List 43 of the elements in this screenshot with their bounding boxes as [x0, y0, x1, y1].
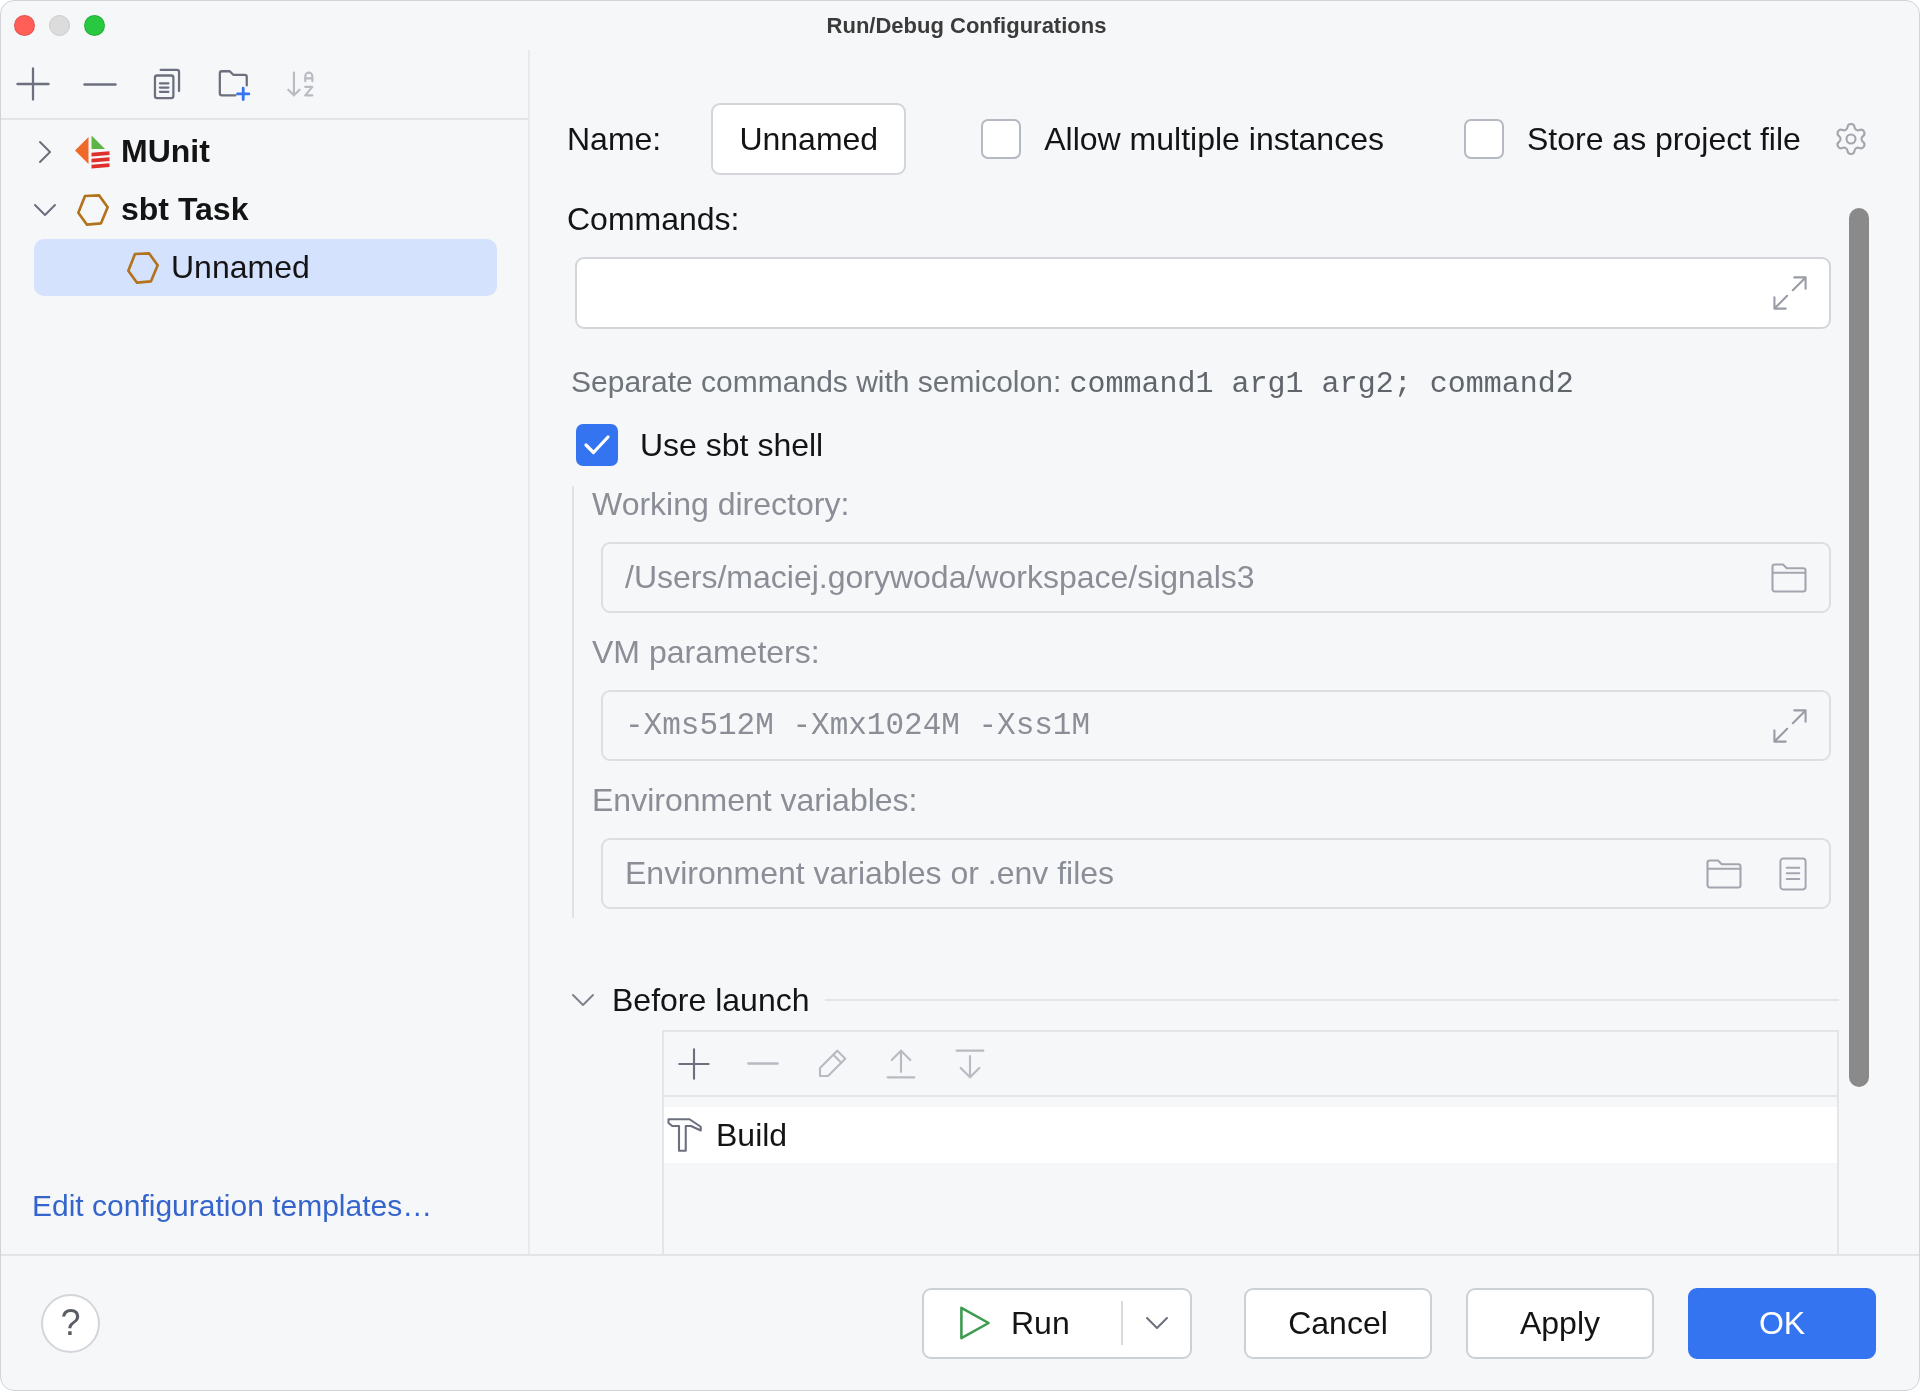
- primary-button[interactable]: OK: [1688, 1287, 1876, 1359]
- tree-item[interactable]: Unnamed: [34, 239, 497, 296]
- dialog-button[interactable]: Apply: [1466, 1287, 1654, 1359]
- hexagon-icon: [127, 251, 159, 284]
- folder-plus-icon[interactable]: [217, 67, 251, 101]
- caret-icon[interactable]: [1146, 1317, 1168, 1329]
- chevron-down-icon[interactable]: [572, 994, 594, 1006]
- checkbox[interactable]: [1463, 119, 1504, 159]
- checkbox[interactable]: [576, 424, 618, 466]
- help-button[interactable]: ?: [41, 1293, 100, 1353]
- munit-logo-icon: [75, 133, 111, 170]
- tree-item[interactable]: MUnit: [34, 123, 497, 180]
- checkbox-label: Use sbt shell: [640, 426, 824, 464]
- plus-icon[interactable]: [16, 67, 50, 101]
- hammer-icon: [667, 1117, 703, 1153]
- dialog-button[interactable]: Cancel: [1244, 1287, 1432, 1359]
- settings-icon[interactable]: [1833, 121, 1869, 157]
- window-title: Run/Debug Configurations: [826, 12, 1107, 39]
- commands-label: Commands:: [567, 200, 740, 238]
- section-title: Before launch: [612, 981, 810, 1019]
- expand-icon[interactable]: [1773, 276, 1807, 310]
- checkbox-label: Store as project file: [1526, 120, 1801, 158]
- checkbox-label: Allow multiple instances: [1044, 120, 1384, 158]
- chevron-down-icon[interactable]: [34, 203, 56, 216]
- task-row[interactable]: Build: [664, 1107, 1837, 1163]
- checkmark-icon: [584, 435, 610, 455]
- field-label: VM parameters:: [592, 634, 820, 670]
- field-label: Environment variables:: [592, 782, 918, 818]
- play-icon: [959, 1305, 991, 1341]
- plus-icon[interactable]: [678, 1047, 710, 1080]
- templates-link[interactable]: Edit configuration templates…: [32, 1188, 433, 1224]
- commands-field[interactable]: [575, 257, 1831, 329]
- hexagon-icon: [77, 193, 109, 226]
- hint-text: Separate commands with semicolon: command1 arg1 arg2; command2: [571, 364, 1574, 402]
- checkbox[interactable]: [981, 119, 1022, 159]
- name-label: Name:: [567, 120, 662, 158]
- name-field[interactable]: Unnamed: [711, 103, 907, 175]
- tree-item[interactable]: sbt Task: [34, 181, 497, 238]
- minus-icon[interactable]: [83, 82, 117, 86]
- chevron-right-icon[interactable]: [39, 140, 51, 163]
- scrollbar-thumb[interactable]: [1849, 208, 1869, 1087]
- field-label: Working directory:: [592, 486, 850, 522]
- run-button[interactable]: Run: [922, 1287, 1192, 1359]
